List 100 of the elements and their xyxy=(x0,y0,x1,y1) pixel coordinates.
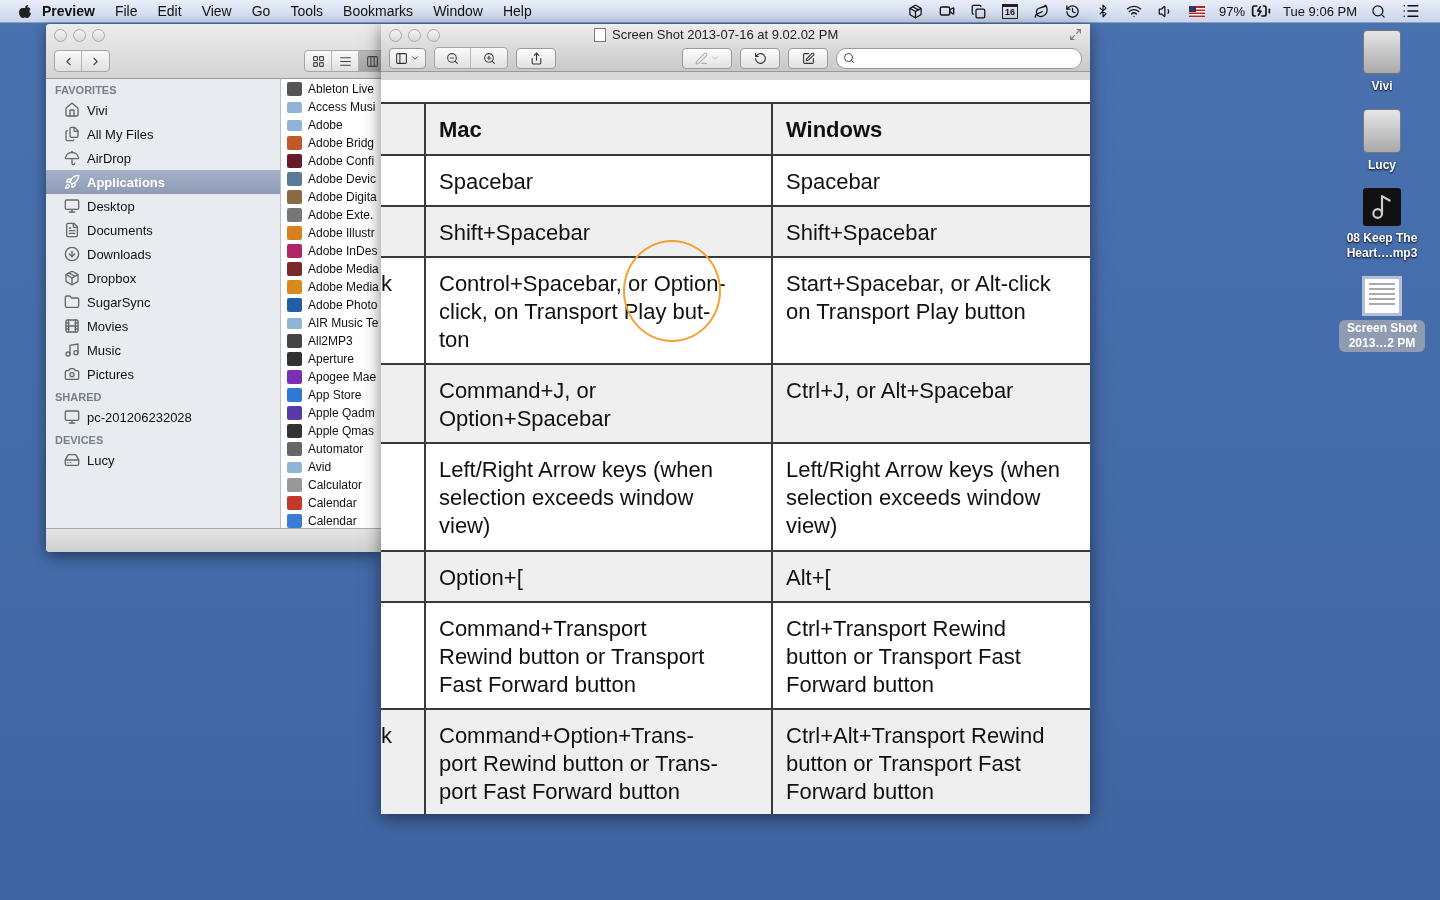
columns-icon xyxy=(365,54,379,68)
list-icon[interactable] xyxy=(1402,2,1420,20)
application-row[interactable]: Adobe Exte. xyxy=(281,206,381,224)
document-thumbnail[interactable] xyxy=(1362,276,1402,316)
application-row[interactable]: Adobe Media xyxy=(281,260,381,278)
application-row[interactable]: Adobe Digita xyxy=(281,188,381,206)
sidebar-item[interactable]: Dropbox xyxy=(46,266,280,290)
document-icon xyxy=(594,27,606,42)
application-row[interactable]: Adobe InDes xyxy=(281,242,381,260)
view-button[interactable] xyxy=(359,51,381,71)
apple-icon[interactable] xyxy=(18,3,32,19)
monitor-icon xyxy=(64,198,80,214)
folder-icon xyxy=(287,101,302,113)
table-cell: k xyxy=(381,709,425,814)
drive-icon[interactable] xyxy=(1363,30,1401,74)
zoom-in-icon xyxy=(482,51,496,65)
application-row[interactable]: Apple Qmas xyxy=(281,422,381,440)
files-icon xyxy=(64,126,80,142)
camera-icon xyxy=(64,366,80,382)
menu-item[interactable]: Window xyxy=(423,3,493,19)
video-camera-icon[interactable] xyxy=(939,3,955,19)
table-header: Mac xyxy=(425,103,772,155)
desktop-icon-label[interactable]: 08 Keep The Heart….mp3 xyxy=(1338,230,1426,262)
sidebar-item[interactable]: Pictures xyxy=(46,362,280,386)
application-row[interactable]: Aperture xyxy=(281,350,381,368)
annotate-button[interactable] xyxy=(682,47,732,69)
app-icon xyxy=(287,496,302,510)
application-row[interactable]: Automator xyxy=(281,440,381,458)
menu-item[interactable]: Help xyxy=(492,3,542,19)
application-row[interactable]: Adobe xyxy=(281,116,381,134)
sidebar-item[interactable]: pc-201206232028 xyxy=(46,405,280,429)
sidebar-item[interactable]: AirDrop xyxy=(46,146,280,170)
fullscreen-icon[interactable] xyxy=(1069,28,1082,41)
film-icon xyxy=(64,318,80,334)
desktop-icon-label[interactable]: Vivi xyxy=(1363,78,1401,95)
wifi-icon[interactable] xyxy=(1126,3,1142,19)
sidebar-item[interactable]: Downloads xyxy=(46,242,280,266)
box-icon[interactable] xyxy=(908,3,923,19)
application-row[interactable]: AIR Music Te xyxy=(281,314,381,332)
application-row[interactable]: Adobe Devic xyxy=(281,170,381,188)
sidebar-heading: SHARED xyxy=(54,390,103,405)
music-file-icon[interactable] xyxy=(1363,188,1401,226)
application-row[interactable]: Access Musi xyxy=(281,98,381,116)
flag-icon[interactable] xyxy=(1189,5,1205,17)
app-icon xyxy=(287,478,302,492)
share-button[interactable] xyxy=(516,47,556,69)
app-icon xyxy=(287,82,302,96)
application-row[interactable]: App Store xyxy=(281,386,381,404)
application-row[interactable]: Adobe Bridg xyxy=(281,134,381,152)
battery-percent: 97% xyxy=(1219,3,1246,19)
menu-item[interactable]: Go xyxy=(241,3,281,19)
document-icon xyxy=(64,222,80,238)
edit-button[interactable] xyxy=(788,47,828,69)
app-icon xyxy=(287,406,302,420)
app-icon xyxy=(287,388,302,402)
menu-item[interactable]: Tools xyxy=(280,3,334,19)
sidebar-item[interactable]: Desktop xyxy=(46,194,280,218)
menu-clock[interactable]: Tue 9:06 PM xyxy=(1283,3,1357,19)
sidebar-item[interactable]: Vivi xyxy=(46,98,280,122)
view-switcher[interactable] xyxy=(304,50,381,72)
application-row[interactable]: Apogee Mae xyxy=(281,368,381,386)
sidebar-view-button[interactable] xyxy=(389,47,426,69)
leaf-icon[interactable] xyxy=(1034,3,1049,19)
search-icon[interactable] xyxy=(1371,3,1386,19)
application-row[interactable]: Calendar xyxy=(281,512,381,528)
calendar-badge[interactable]: 16 xyxy=(1002,3,1018,19)
application-row[interactable]: Avid xyxy=(281,458,381,476)
back-forward-control[interactable] xyxy=(54,50,110,72)
sidebar-item[interactable]: Music xyxy=(46,338,280,362)
drive-icon[interactable] xyxy=(1363,109,1401,153)
list-icon xyxy=(338,54,352,68)
sidebar-item[interactable]: Movies xyxy=(46,314,280,338)
application-row[interactable]: Calculator xyxy=(281,476,381,494)
menu-item[interactable]: Bookmarks xyxy=(333,3,424,19)
application-row[interactable]: Adobe Photo xyxy=(281,296,381,314)
application-row[interactable]: Apple Qadm xyxy=(281,404,381,422)
menu-item[interactable]: View xyxy=(191,3,242,19)
menu-item[interactable]: Edit xyxy=(147,3,192,19)
sidebar-item[interactable]: Documents xyxy=(46,218,280,242)
sidebar-item[interactable]: Lucy xyxy=(46,448,280,472)
sidebar-item[interactable]: SugarSync xyxy=(46,290,280,314)
application-row[interactable]: Ableton Live xyxy=(281,80,381,98)
application-row[interactable]: Adobe Illustr xyxy=(281,224,381,242)
music-icon xyxy=(64,342,80,358)
overlapping-squares-icon[interactable] xyxy=(971,3,986,19)
app-menu[interactable]: Preview xyxy=(32,3,105,19)
rocket-icon xyxy=(64,174,80,190)
search-field[interactable] xyxy=(836,47,1082,69)
application-row[interactable]: Adobe Media xyxy=(281,278,381,296)
application-row[interactable]: Adobe Confi xyxy=(281,152,381,170)
application-row[interactable]: All2MP3 xyxy=(281,332,381,350)
window-title: Screen Shot 2013-07-16 at 9.02.02 PM xyxy=(612,27,839,42)
clock-icon[interactable] xyxy=(1065,3,1080,19)
rotate-button[interactable] xyxy=(740,47,780,69)
menu-item[interactable]: File xyxy=(104,3,148,19)
application-row[interactable]: Calendar xyxy=(281,494,381,512)
box-icon xyxy=(64,270,80,286)
desktop-icon-label[interactable]: Lucy xyxy=(1360,157,1404,174)
zoom-control[interactable] xyxy=(434,47,508,69)
sidebar-item[interactable]: All My Files xyxy=(46,122,280,146)
